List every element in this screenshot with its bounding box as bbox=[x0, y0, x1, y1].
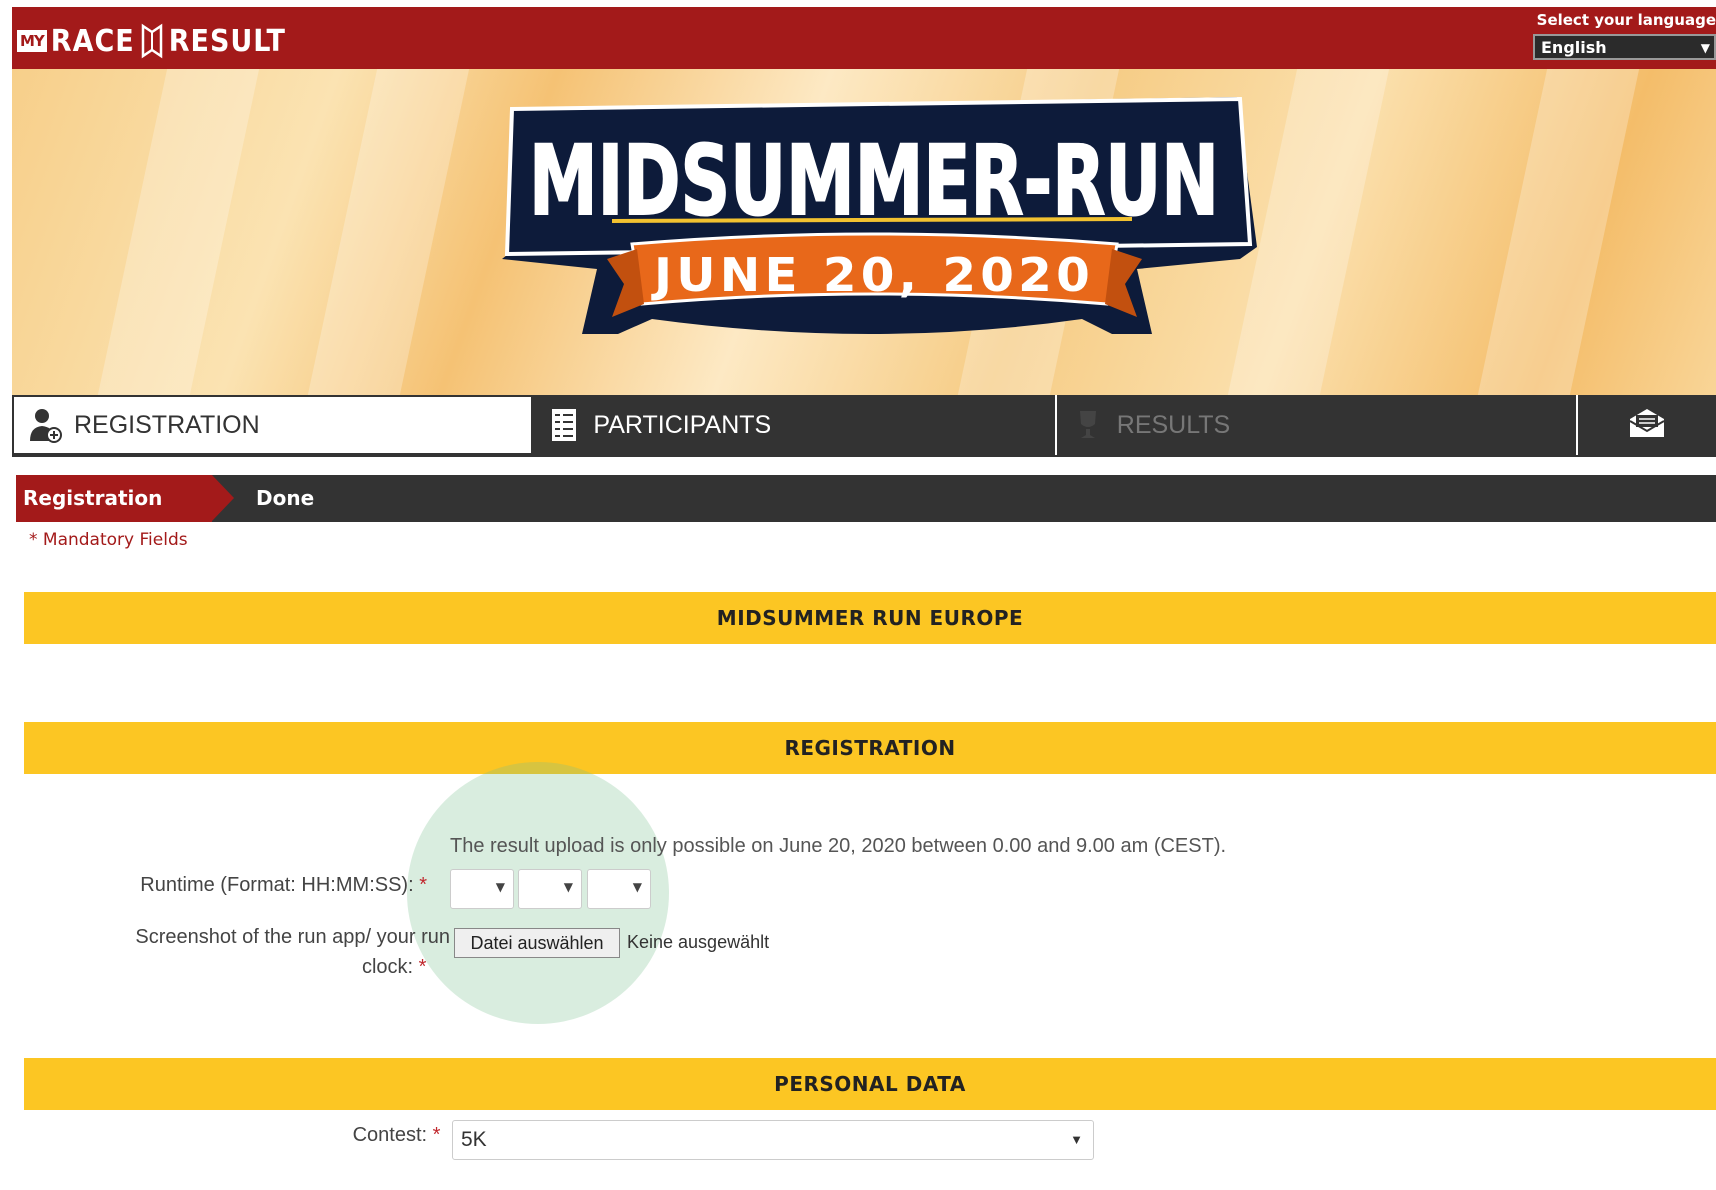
tab-registration-label: REGISTRATION bbox=[74, 410, 260, 439]
event-banner: MIDSUMMER-RUN JUNE 20, 2020 bbox=[12, 69, 1716, 395]
runtime-minutes-select[interactable]: ▼ bbox=[518, 869, 582, 909]
tab-results[interactable]: RESULTS bbox=[1054, 395, 1576, 455]
step-arrow bbox=[212, 475, 234, 521]
mandatory-fields-note: * Mandatory Fields bbox=[29, 530, 188, 550]
trophy-icon bbox=[1071, 407, 1105, 443]
chevron-down-icon: ▼ bbox=[563, 880, 573, 894]
contest-select[interactable]: 5K ▼ bbox=[452, 1120, 1094, 1160]
logo-my: MY bbox=[17, 30, 47, 52]
step-registration-data: Registration Data bbox=[16, 475, 212, 557]
contest-value: 5K bbox=[461, 1128, 487, 1151]
upload-note: The result upload is only possible on Ju… bbox=[450, 835, 1227, 857]
my-race-result-logo[interactable]: MY RACE RESULT bbox=[17, 21, 286, 61]
logo-mark-icon bbox=[141, 23, 162, 59]
contest-label-text: Contest: bbox=[352, 1124, 428, 1146]
runtime-label: Runtime (Format: HH:MM:SS): * bbox=[72, 874, 427, 897]
tab-results-label: RESULTS bbox=[1116, 410, 1231, 439]
logo-result: RESULT bbox=[168, 23, 286, 59]
runtime-hours-select[interactable]: ▼ bbox=[450, 869, 514, 909]
banner-date: JUNE 20, 2020 bbox=[651, 248, 1094, 302]
required-mark: * bbox=[418, 956, 427, 978]
tab-registration[interactable]: REGISTRATION bbox=[12, 395, 534, 455]
runtime-seconds-select[interactable]: ▼ bbox=[587, 869, 651, 909]
list-icon bbox=[547, 407, 581, 443]
midsummer-run-logo: MIDSUMMER-RUN JUNE 20, 2020 bbox=[502, 96, 1257, 334]
logo-race: RACE bbox=[50, 23, 135, 59]
top-bar: MY RACE RESULT Select your language Engl… bbox=[12, 7, 1716, 69]
mail-icon bbox=[1628, 407, 1666, 443]
screenshot-label-line2: clock: bbox=[361, 956, 414, 978]
tab-participants[interactable]: PARTICIPANTS bbox=[533, 395, 1054, 455]
tab-participants-label: PARTICIPANTS bbox=[593, 410, 772, 439]
chevron-down-icon: ▼ bbox=[1070, 1132, 1083, 1147]
file-status: Keine ausgewählt bbox=[627, 932, 770, 952]
chevron-down-icon: ▼ bbox=[495, 880, 505, 894]
registration-steps: Registration Data Done bbox=[16, 475, 1716, 557]
chevron-down-icon: ▼ bbox=[632, 880, 642, 894]
screenshot-label-line1: Screenshot of the run app/ your run bbox=[135, 926, 450, 948]
language-select[interactable]: English ▼ bbox=[1533, 34, 1716, 60]
page: MY RACE RESULT Select your language Engl… bbox=[12, 7, 1716, 1190]
language-label: Select your language bbox=[1536, 11, 1716, 29]
step-done: Done bbox=[256, 486, 315, 510]
required-mark: * bbox=[432, 1124, 441, 1146]
main-tabs: REGISTRATION PARTICIPANTS RESULTS bbox=[12, 395, 1716, 457]
section-header-event: MIDSUMMER RUN EUROPE bbox=[24, 592, 1716, 644]
section-header-registration: REGISTRATION bbox=[24, 722, 1716, 774]
section-header-personal: PERSONAL DATA bbox=[24, 1058, 1716, 1110]
language-selector: Select your language English ▼ bbox=[1533, 11, 1716, 60]
screenshot-label: Screenshot of the run app/ your run cloc… bbox=[52, 922, 450, 982]
language-value: English bbox=[1541, 38, 1607, 57]
chevron-down-icon: ▼ bbox=[1700, 41, 1710, 55]
user-add-icon bbox=[28, 407, 62, 443]
banner-title: MIDSUMMER-RUN bbox=[529, 125, 1219, 237]
screenshot-label-line2-wrap: clock: * bbox=[52, 952, 450, 982]
contest-label: Contest: * bbox=[232, 1124, 450, 1147]
required-mark: * bbox=[419, 874, 427, 896]
tab-contact[interactable] bbox=[1576, 395, 1716, 455]
runtime-label-text: Runtime (Format: HH:MM:SS): bbox=[140, 874, 414, 896]
choose-file-button[interactable]: Datei auswählen bbox=[454, 928, 620, 958]
